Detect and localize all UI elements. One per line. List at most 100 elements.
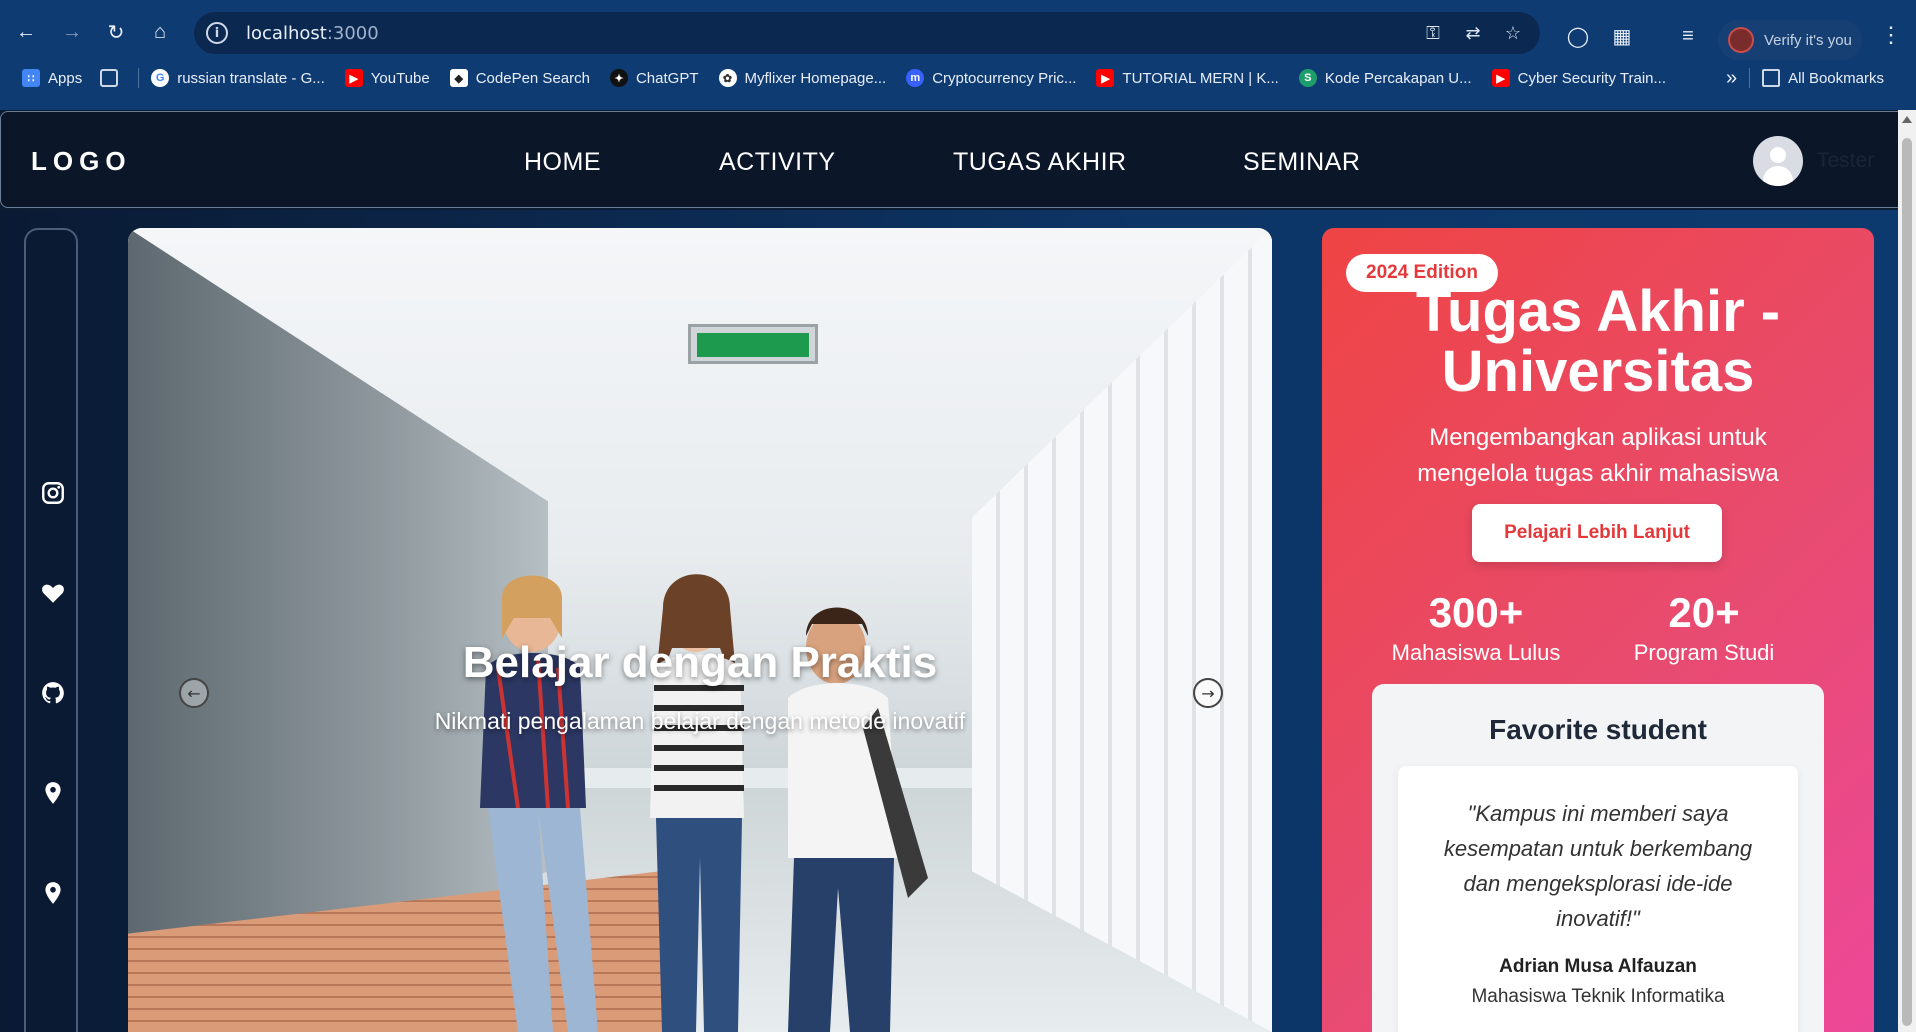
social-sidebar <box>24 228 78 1032</box>
key-icon[interactable]: ⚿ <box>1420 20 1446 46</box>
reload-icon[interactable]: ↻ <box>100 16 132 48</box>
all-bookmarks-button[interactable]: All Bookmarks <box>1762 69 1884 87</box>
site-header: LOGO HOME ACTIVITY TUGAS AKHIR SEMINAR T… <box>0 111 1916 208</box>
bookmark-item[interactable]: ✿ Myflixer Homepage... <box>718 69 887 87</box>
bookmark-item[interactable]: G russian translate - G... <box>151 69 325 87</box>
reading-list-icon[interactable]: ≡ <box>1672 20 1704 52</box>
bookmark-item[interactable]: ▶ TUTORIAL MERN | K... <box>1096 69 1279 87</box>
youtube-icon: ▶ <box>1491 69 1510 87</box>
page-scrollbar[interactable] <box>1898 110 1916 1032</box>
testimonial-role: Mahasiswa Teknik Informatika <box>1471 986 1725 1007</box>
nav-seminar[interactable]: SEMINAR <box>1243 148 1360 177</box>
bookmarks-bar: ∷ Apps G russian translate - G... ▶ YouT… <box>0 62 1916 94</box>
youtube-icon: ▶ <box>1096 69 1115 87</box>
bookmark-item[interactable]: ✦ ChatGPT <box>609 69 699 87</box>
stat-label: Mahasiswa Lulus <box>1391 640 1561 665</box>
bookmark-separator <box>1749 68 1751 88</box>
promo-title-line2: Universitas <box>1441 339 1755 404</box>
favorite-student-panel: Favorite student "Kampus ini memberi say… <box>1372 684 1824 1032</box>
browser-chrome: ← → ↻ ⌂ i localhost:3000 ⚿ ⇄ ☆ ◯ ▦ ≡ Ver… <box>0 0 1916 110</box>
bookmark-label: Apps <box>48 69 83 87</box>
translate-icon[interactable]: ⇄ <box>1460 20 1486 46</box>
bookmark-item[interactable]: m Cryptocurrency Pric... <box>906 69 1076 87</box>
bookmark-separator <box>138 68 140 88</box>
stat-label: Program Studi <box>1633 640 1775 665</box>
github-icon[interactable] <box>40 680 66 706</box>
bookmark-apps[interactable]: ∷ Apps <box>22 69 82 87</box>
site-info-icon[interactable]: i <box>206 22 228 44</box>
coinmarketcap-icon: m <box>906 69 925 87</box>
carousel-prev-icon[interactable]: ← <box>179 678 209 708</box>
bookmark-item[interactable]: ▶ Cyber Security Train... <box>1491 69 1666 87</box>
bookmark-label: CodePen Search <box>475 69 590 87</box>
google-icon: G <box>151 69 170 87</box>
tab-groups-icon <box>100 69 119 87</box>
promo-title: Tugas Akhir - Universitas <box>1322 282 1874 402</box>
tab-groups-button[interactable] <box>100 69 126 87</box>
location-pin-icon[interactable] <box>40 780 66 806</box>
hero-subtitle: Nikmati pengalaman belajar dengan metode… <box>434 708 966 734</box>
apps-grid-icon: ∷ <box>22 69 40 87</box>
testimonial-author: Adrian Musa Alfauzan <box>1499 956 1697 977</box>
myflixer-icon: ✿ <box>718 69 737 87</box>
promo-description: Mengembangkan aplikasi untuk mengelola t… <box>1417 424 1779 487</box>
more-menu-icon[interactable]: ⋮ <box>1880 22 1902 48</box>
location-pin-icon[interactable] <box>40 880 66 906</box>
profile-avatar <box>1728 27 1754 53</box>
user-menu[interactable]: Tester <box>1753 136 1874 186</box>
learn-more-button[interactable]: Pelajari Lebih Lanjut <box>1472 504 1722 562</box>
bookmarks-overflow-button[interactable]: » <box>1726 67 1737 90</box>
instagram-icon[interactable] <box>40 480 66 506</box>
promo-title-line1: Tugas Akhir - <box>1415 279 1781 344</box>
testimonial-card: "Kampus ini memberi saya kesempatan untu… <box>1398 766 1798 1032</box>
scroll-up-icon[interactable] <box>1902 116 1912 123</box>
bookmark-label: YouTube <box>370 69 430 87</box>
folder-icon <box>1762 69 1781 87</box>
browser-toolbar: ← → ↻ ⌂ i localhost:3000 ⚿ ⇄ ☆ ◯ ▦ ≡ Ver… <box>0 8 1916 60</box>
stat-programs: 20+ Program Studi <box>1594 590 1814 666</box>
puzzle-icon[interactable]: ▦ <box>1606 20 1638 52</box>
bookmark-item[interactable]: S Kode Percakapan U... <box>1298 69 1472 87</box>
exit-sign-image <box>688 324 818 364</box>
nav-activity[interactable]: ACTIVITY <box>719 148 836 177</box>
user-name: Tester <box>1817 149 1875 172</box>
promo-card: 2024 Edition Tugas Akhir - Universitas M… <box>1322 228 1874 1032</box>
nav-tugas-akhir[interactable]: TUGAS AKHIR <box>953 148 1127 177</box>
testimonial-quote: "Kampus ini memberi saya kesempatan untu… <box>1443 801 1753 931</box>
hero-students-image <box>480 574 928 1032</box>
bookmark-label: Cryptocurrency Pric... <box>932 69 1077 87</box>
bookmark-label: TUTORIAL MERN | K... <box>1122 69 1279 87</box>
nav-home[interactable]: HOME <box>524 148 601 177</box>
address-bar[interactable]: i localhost:3000 ⚿ ⇄ ☆ <box>194 12 1540 54</box>
codepen-icon: ◆ <box>449 69 468 87</box>
forward-icon[interactable]: → <box>56 16 88 48</box>
chatgpt-icon: ✦ <box>609 69 628 87</box>
youtube-icon: ▶ <box>344 69 363 87</box>
heart-icon[interactable] <box>40 580 66 606</box>
stat-value: 20+ <box>1668 589 1740 636</box>
hero-carousel: Belajar dengan Praktis Nikmati pengalama… <box>128 228 1272 1032</box>
stat-value: 300+ <box>1428 589 1524 636</box>
bookmark-label: Myflixer Homepage... <box>744 69 887 87</box>
bookmark-label: Cyber Security Train... <box>1517 69 1666 87</box>
scrollbar-thumb[interactable] <box>1902 138 1912 1026</box>
bookmark-item[interactable]: ▶ YouTube <box>344 69 430 87</box>
avatar <box>1753 136 1803 186</box>
bookmark-label: Kode Percakapan U... <box>1324 69 1472 87</box>
profile-button[interactable]: Verify it's you <box>1718 20 1862 60</box>
all-bookmarks-label: All Bookmarks <box>1788 69 1884 87</box>
back-icon[interactable]: ← <box>10 16 42 48</box>
extension-circle-icon[interactable]: ◯ <box>1562 20 1594 52</box>
hero-title: Belajar dengan Praktis <box>462 638 938 687</box>
bookmark-item[interactable]: ◆ CodePen Search <box>449 69 590 87</box>
carousel-next-icon[interactable]: → <box>1193 678 1223 708</box>
url-text: localhost:3000 <box>246 22 379 44</box>
overflow-chevron-icon: » <box>1726 66 1738 89</box>
site-logo[interactable]: LOGO <box>31 146 132 177</box>
profile-label: Verify it's you <box>1764 31 1852 49</box>
stat-graduates: 300+ Mahasiswa Lulus <box>1366 590 1586 666</box>
s-icon: S <box>1298 69 1317 87</box>
star-icon[interactable]: ☆ <box>1500 20 1526 46</box>
favorite-heading: Favorite student <box>1489 714 1707 745</box>
home-icon[interactable]: ⌂ <box>144 16 176 48</box>
